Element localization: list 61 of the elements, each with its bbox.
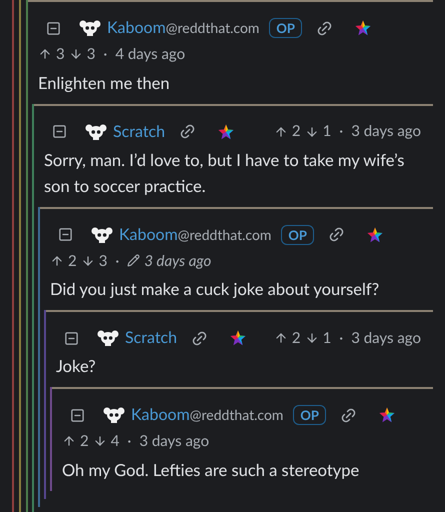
upvote-icon[interactable] bbox=[38, 47, 52, 62]
upvote-icon[interactable] bbox=[50, 254, 64, 268]
downvote-icon[interactable] bbox=[80, 254, 95, 268]
collapse-icon[interactable] bbox=[52, 124, 67, 139]
op-badge: OP bbox=[281, 224, 314, 244]
username-link[interactable]: Kaboom bbox=[107, 16, 166, 40]
downvote-icon[interactable] bbox=[68, 47, 83, 62]
comment-body: Did you just make a cuck joke about yourself? bbox=[49, 278, 380, 301]
comment-time: 3 days ago bbox=[351, 328, 421, 349]
op-badge: OP bbox=[269, 18, 302, 38]
comment-time: 4 days ago bbox=[115, 44, 186, 65]
collapse-icon[interactable] bbox=[58, 227, 73, 242]
skull-avatar-icon bbox=[85, 124, 107, 140]
username-link[interactable]: Kaboom bbox=[131, 403, 190, 427]
instance-name: @reddthat.com bbox=[178, 224, 272, 244]
username-link[interactable]: Scratch bbox=[113, 120, 166, 144]
comment-time: 3 days ago bbox=[351, 121, 421, 142]
instance-name: @reddthat.com bbox=[166, 18, 260, 38]
downvote-count: 3 bbox=[86, 44, 96, 65]
op-badge: OP bbox=[293, 405, 326, 425]
skull-avatar-icon bbox=[91, 226, 113, 242]
rainbow-star-icon bbox=[230, 330, 246, 346]
upvote-count: 2 bbox=[292, 121, 301, 142]
comment-body: Joke? bbox=[55, 355, 97, 378]
comment-time: 3 days ago bbox=[139, 431, 210, 452]
comment-time: 3 days ago bbox=[144, 250, 212, 272]
separator-dot: · bbox=[127, 431, 132, 452]
comment-body: Oh my God. Lefties are such a stereotype bbox=[61, 458, 360, 482]
rainbow-star-icon bbox=[218, 124, 234, 140]
skull-avatar-icon bbox=[79, 20, 101, 36]
downvote-count: 1 bbox=[322, 328, 332, 349]
separator-dot: · bbox=[115, 250, 120, 272]
separator-dot: · bbox=[103, 44, 108, 65]
collapse-icon[interactable] bbox=[46, 20, 61, 36]
upvote-count: 2 bbox=[292, 328, 301, 349]
upvote-icon[interactable] bbox=[274, 124, 288, 138]
upvote-count: 2 bbox=[80, 431, 89, 452]
rainbow-star-icon bbox=[378, 407, 395, 423]
rainbow-star-icon bbox=[366, 226, 383, 242]
downvote-count: 3 bbox=[98, 250, 108, 272]
username-link[interactable]: Scratch bbox=[125, 326, 178, 350]
comment-body: Enlighten me then bbox=[37, 72, 171, 94]
instance-name: @reddthat.com bbox=[190, 405, 284, 425]
skull-avatar-icon bbox=[103, 407, 125, 423]
downvote-icon[interactable] bbox=[92, 434, 107, 448]
collapse-icon[interactable] bbox=[64, 330, 79, 346]
downvote-count: 1 bbox=[322, 121, 332, 142]
downvote-icon[interactable] bbox=[304, 124, 319, 138]
upvote-icon[interactable] bbox=[274, 331, 288, 345]
username-link[interactable]: Kaboom bbox=[119, 222, 178, 246]
downvote-count: 4 bbox=[110, 431, 120, 452]
separator-dot: · bbox=[339, 328, 344, 349]
rainbow-star-icon bbox=[354, 20, 371, 36]
upvote-count: 2 bbox=[68, 250, 77, 272]
collapse-icon[interactable] bbox=[70, 408, 85, 422]
separator-dot: · bbox=[339, 121, 344, 142]
skull-avatar-icon bbox=[97, 330, 119, 346]
downvote-icon[interactable] bbox=[304, 331, 319, 345]
upvote-count: 3 bbox=[56, 44, 65, 65]
comment-body: Sorry, man. I’d love to, but I have to take my wife’s son to soccer practice. bbox=[43, 148, 406, 198]
upvote-icon[interactable] bbox=[62, 434, 76, 448]
